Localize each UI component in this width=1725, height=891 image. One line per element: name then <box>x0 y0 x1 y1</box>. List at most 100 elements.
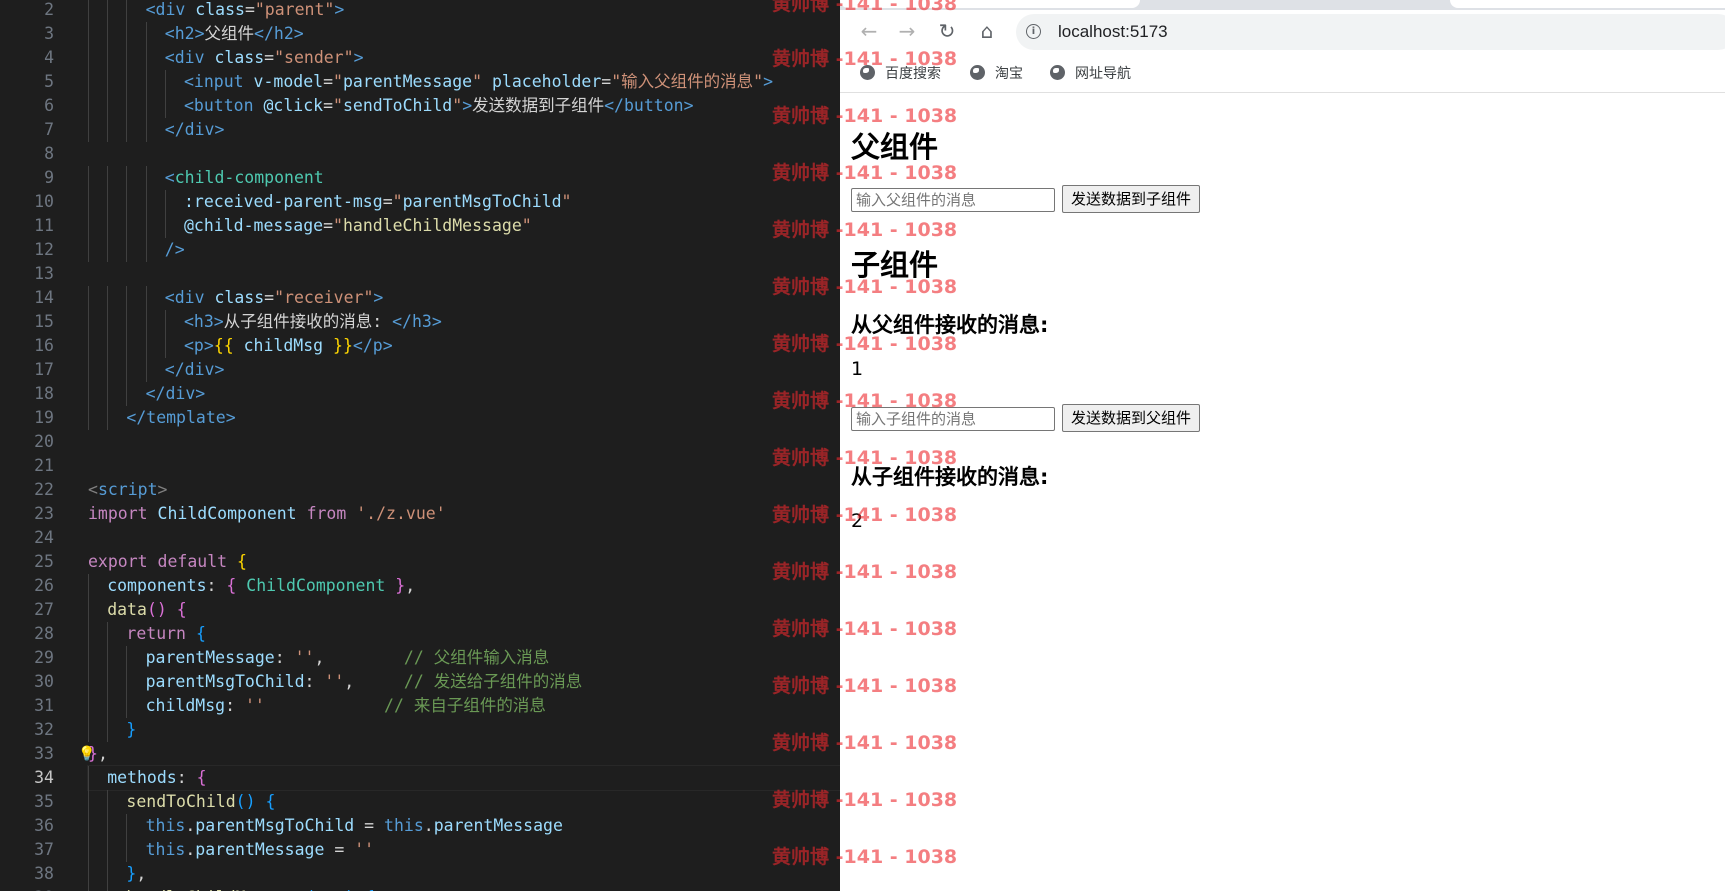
site-info-icon[interactable]: i <box>1026 24 1041 39</box>
child-message-input[interactable] <box>851 407 1055 431</box>
code-line[interactable]: 8 <box>0 142 840 166</box>
line-number: 26 <box>34 576 54 595</box>
code-text[interactable]: /> <box>88 238 840 262</box>
code-line[interactable]: 6 <button @click="sendToChild">发送数据到子组件</… <box>0 94 840 118</box>
code-text[interactable]: </template> <box>88 406 840 430</box>
code-text[interactable]: <child-component <box>88 166 840 190</box>
code-line[interactable]: 33 💡}, <box>0 742 840 766</box>
code-line[interactable]: 17 </div> <box>0 358 840 382</box>
lightbulb-icon[interactable]: 💡 <box>78 742 95 766</box>
bookmark-nav[interactable]: 网址导航 <box>1050 56 1131 90</box>
code-text[interactable]: </div> <box>88 382 840 406</box>
code-line[interactable]: 15 <h3>从子组件接收的消息: </h3> <box>0 310 840 334</box>
code-text[interactable]: export default { <box>88 550 840 574</box>
forward-icon[interactable]: → <box>894 18 920 44</box>
code-line[interactable]: 22 <script> <box>0 478 840 502</box>
code-text[interactable] <box>88 454 840 478</box>
code-text[interactable]: <div class="sender"> <box>88 46 840 70</box>
code-line[interactable]: 31 childMsg: '' // 来自子组件的消息 <box>0 694 840 718</box>
code-line[interactable]: 34 methods: { <box>0 765 840 791</box>
code-text[interactable] <box>88 526 840 550</box>
code-line[interactable]: 9 <child-component <box>0 166 840 190</box>
code-line[interactable]: 3 <h2>父组件</h2> <box>0 22 840 46</box>
code-line[interactable]: 11 @child-message="handleChildMessage" <box>0 214 840 238</box>
code-text[interactable]: <div class="parent"> <box>88 0 840 22</box>
code-line[interactable]: 4 <div class="sender"> <box>0 46 840 70</box>
send-to-child-button[interactable]: 发送数据到子组件 <box>1062 185 1201 213</box>
tab-edge-right[interactable] <box>1450 0 1725 8</box>
send-to-parent-button[interactable]: 发送数据到父组件 <box>1062 404 1201 432</box>
code-line[interactable]: 20 <box>0 430 840 454</box>
code-text[interactable]: parentMessage: '', // 父组件输入消息 <box>88 646 840 670</box>
code-line[interactable]: 27 data() { <box>0 598 840 622</box>
code-line[interactable]: 29 parentMessage: '', // 父组件输入消息 <box>0 646 840 670</box>
code-text[interactable]: <script> <box>88 478 840 502</box>
code-text[interactable]: methods: { <box>87 765 840 791</box>
address-bar[interactable]: i localhost:5173 <box>1016 14 1725 50</box>
code-line[interactable]: 35 sendToChild() { <box>0 790 840 814</box>
code-text[interactable]: return { <box>88 622 840 646</box>
back-icon[interactable]: ← <box>856 18 882 44</box>
code-text[interactable]: parentMsgToChild: '', // 发送给子组件的消息 <box>88 670 840 694</box>
code-text[interactable]: sendToChild() { <box>88 790 840 814</box>
code-editor[interactable]: 2 <div class="parent"> 3 <h2>父组件</h2> 4 <div … <box>0 0 840 891</box>
code-line[interactable]: 39 handleChildMessage(msg) { <box>0 886 840 891</box>
parent-message-input[interactable] <box>851 188 1055 212</box>
tab-edge-left[interactable] <box>840 0 1140 8</box>
code-token: ChildComponent <box>246 576 396 595</box>
code-text[interactable]: <button @click="sendToChild">发送数据到子组件</b… <box>88 94 840 118</box>
code-line[interactable]: 13 <box>0 262 840 286</box>
code-text[interactable]: components: { ChildComponent }, <box>88 574 840 598</box>
code-line[interactable]: 14 <div class="receiver"> <box>0 286 840 310</box>
indent-guide <box>126 166 128 190</box>
bookmark-taobao[interactable]: 淘宝 <box>970 56 1023 90</box>
code-text[interactable]: @child-message="handleChildMessage" <box>88 214 840 238</box>
code-line[interactable]: 26 components: { ChildComponent }, <box>0 574 840 598</box>
code-line[interactable]: 18 </div> <box>0 382 840 406</box>
home-icon[interactable]: ⌂ <box>974 18 1000 44</box>
code-line[interactable]: 30 parentMsgToChild: '', // 发送给子组件的消息 <box>0 670 840 694</box>
code-text[interactable]: <div class="receiver"> <box>88 286 840 310</box>
code-text[interactable] <box>88 262 840 286</box>
code-text[interactable]: :received-parent-msg="parentMsgToChild" <box>88 190 840 214</box>
code-text[interactable] <box>88 430 840 454</box>
code-line[interactable]: 16 <p>{{ childMsg }}</p> <box>0 334 840 358</box>
code-text[interactable]: } <box>88 718 840 742</box>
code-text[interactable]: </div> <box>88 358 840 382</box>
code-line[interactable]: 5 <input v-model="parentMessage" placehol… <box>0 70 840 94</box>
code-text[interactable]: data() { <box>88 598 840 622</box>
code-line[interactable]: 28 return { <box>0 622 840 646</box>
code-text[interactable]: childMsg: '' // 来自子组件的消息 <box>88 694 840 718</box>
code-line[interactable]: 24 <box>0 526 840 550</box>
code-text[interactable]: }, <box>88 862 840 886</box>
code-line[interactable]: 32} <box>0 718 840 742</box>
code-text[interactable]: this.parentMsgToChild = this.parentMessa… <box>88 814 840 838</box>
code-text[interactable]: handleChildMessage(msg) { <box>88 886 840 891</box>
line-number: 23 <box>34 504 54 523</box>
code-text[interactable]: import ChildComponent from './z.vue' <box>88 502 840 526</box>
code-text[interactable]: 💡}, <box>78 742 840 766</box>
code-line[interactable]: 12 /> <box>0 238 840 262</box>
code-line[interactable]: 2 <div class="parent"> <box>0 0 840 22</box>
reload-icon[interactable]: ↻ <box>934 18 960 44</box>
code-text[interactable] <box>88 142 840 166</box>
code-line[interactable]: 10:received-parent-msg="parentMsgToChild… <box>0 190 840 214</box>
code-text[interactable]: this.parentMessage = '' <box>88 838 840 862</box>
code-text[interactable]: <h2>父组件</h2> <box>88 22 840 46</box>
code-line[interactable]: 25 export default { <box>0 550 840 574</box>
code-text[interactable]: <p>{{ childMsg }}</p> <box>88 334 840 358</box>
line-number: 4 <box>44 48 54 67</box>
address-bar-url[interactable]: localhost:5173 <box>1058 14 1168 50</box>
code-line[interactable]: 38}, <box>0 862 840 886</box>
code-text[interactable]: <h3>从子组件接收的消息: </h3> <box>88 310 840 334</box>
code-line[interactable]: 36 this.parentMsgToChild = this.parentMes… <box>0 814 840 838</box>
line-number: 2 <box>44 0 54 19</box>
code-text[interactable]: <input v-model="parentMessage" placehold… <box>88 70 840 94</box>
code-line[interactable]: 23 import ChildComponent from './z.vue' <box>0 502 840 526</box>
code-text[interactable]: </div> <box>88 118 840 142</box>
code-line[interactable]: 21 <box>0 454 840 478</box>
bookmark-baidu[interactable]: 百度搜索 <box>860 56 941 90</box>
code-line[interactable]: 7 </div> <box>0 118 840 142</box>
code-line[interactable]: 37 this.parentMessage = '' <box>0 838 840 862</box>
code-line[interactable]: 19 </template> <box>0 406 840 430</box>
